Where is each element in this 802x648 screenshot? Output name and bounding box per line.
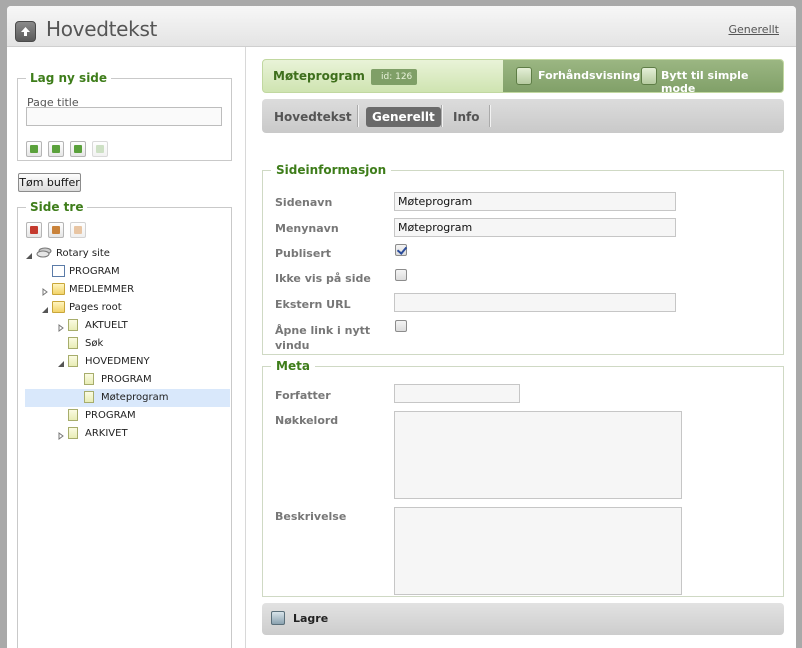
switch-mode-icon[interactable] — [641, 67, 657, 85]
tree-node-label: Rotary site — [56, 248, 110, 259]
list-icon — [52, 265, 65, 277]
tree-node-label: AKTUELT — [85, 320, 128, 331]
menynavn-input[interactable]: Møteprogram — [394, 218, 676, 237]
page-header-bar: Møteprogram id: 126 Forhåndsvisning Bytt… — [262, 59, 784, 93]
page-icon — [84, 373, 94, 385]
sidenavn-label: Sidenavn — [275, 196, 333, 209]
tree-node-label: PROGRAM — [85, 410, 136, 421]
ekstern-url-label: Ekstern URL — [275, 298, 351, 311]
publisert-checkbox[interactable] — [395, 244, 407, 256]
ekstern-url-input[interactable] — [394, 293, 676, 312]
site-icon — [36, 247, 52, 258]
tree-node[interactable]: HOVEDMENY — [25, 353, 230, 371]
save-button[interactable]: Lagre — [293, 612, 328, 625]
floppy-disk-icon — [271, 611, 285, 625]
meta-legend: Meta — [276, 359, 310, 373]
left-sidebar: Lag ny side Page title Tøm buffer Side t… — [7, 47, 246, 648]
page-id-badge: id: 126 — [371, 69, 418, 85]
page-icon — [68, 409, 78, 421]
tree-node-label: Søk — [85, 338, 104, 349]
insert-disabled-icon — [92, 141, 108, 157]
main-content: Møteprogram id: 126 Forhåndsvisning Bytt… — [246, 47, 796, 648]
insert-above-icon[interactable] — [48, 141, 64, 157]
apne-link-label: Åpne link i nytt vindu — [275, 324, 371, 352]
tree-node-label: Møteprogram — [101, 392, 169, 403]
forfatter-input[interactable] — [394, 384, 520, 403]
nokkelord-label: Nøkkelord — [275, 414, 339, 427]
tree-toolbar — [26, 222, 86, 238]
tree-node[interactable]: AKTUELT — [25, 317, 230, 335]
current-page-name: Møteprogram — [273, 69, 365, 83]
cms-window: Hovedtekst Generellt Lag ny side Page ti… — [7, 6, 796, 648]
beskrivelse-label: Beskrivelse — [275, 510, 347, 523]
simple-mode-button[interactable]: Bytt til simple mode — [661, 69, 783, 92]
tree-node[interactable]: Møteprogram — [25, 389, 230, 407]
tree-node-label: PROGRAM — [101, 374, 152, 385]
page-info-legend: Sideinformasjon — [276, 163, 387, 177]
tree-node[interactable]: PROGRAM — [25, 263, 230, 281]
folder-icon — [52, 283, 65, 295]
page-icon — [68, 337, 78, 349]
sidenavn-input[interactable]: Møteprogram — [394, 192, 676, 211]
page-title: Hovedtekst — [46, 17, 158, 41]
paste-icon[interactable] — [70, 222, 86, 238]
insert-below-icon[interactable] — [70, 141, 86, 157]
nokkelord-textarea[interactable] — [394, 411, 682, 499]
add-page-icon[interactable] — [26, 141, 42, 157]
publisert-label: Publisert — [275, 247, 331, 260]
copy-icon[interactable] — [48, 222, 64, 238]
generellt-link[interactable]: Generellt — [728, 23, 779, 36]
forfatter-label: Forfatter — [275, 389, 331, 402]
tree-node[interactable]: PROGRAM — [25, 407, 230, 425]
tree-node[interactable]: PROGRAM — [25, 371, 230, 389]
tab-divider — [357, 105, 359, 127]
tab-generellt[interactable]: Generellt — [366, 107, 441, 127]
tree-node-label: MEDLEMMER — [69, 284, 135, 295]
delete-icon[interactable] — [26, 222, 42, 238]
page-icon — [68, 427, 78, 439]
tab-bar: Hovedtekst Generellt Info — [262, 99, 784, 133]
save-bar[interactable]: Lagre — [262, 603, 784, 635]
top-bar: Hovedtekst Generellt — [7, 6, 796, 47]
page-icon — [68, 355, 78, 367]
tree-node[interactable]: Rotary site — [25, 245, 230, 263]
tab-hovedtekst[interactable]: Hovedtekst — [268, 107, 358, 127]
folder-icon — [52, 301, 65, 313]
tree-node-label: HOVEDMENY — [85, 356, 150, 367]
apne-link-checkbox[interactable] — [395, 320, 407, 332]
page-title-input[interactable] — [26, 107, 222, 126]
page-tree: Rotary site PROGRAM MEDLEMMER Pages root AKT… — [25, 245, 230, 443]
clear-buffer-button[interactable]: Tøm buffer — [18, 173, 81, 192]
new-page-legend: Lag ny side — [30, 71, 108, 85]
new-page-toolbar — [26, 141, 108, 157]
collapsed-triangle-icon[interactable] — [57, 429, 65, 447]
page-icon — [84, 391, 94, 403]
ikke-vis-checkbox[interactable] — [395, 269, 407, 281]
tree-node-label: Pages root — [69, 302, 122, 313]
tab-divider — [441, 105, 443, 127]
tree-node[interactable]: ARKIVET — [25, 425, 230, 443]
preview-button[interactable]: Forhåndsvisning — [538, 69, 640, 82]
tab-info[interactable]: Info — [447, 107, 485, 127]
menynavn-label: Menynavn — [275, 222, 339, 235]
tree-node-label: PROGRAM — [69, 266, 120, 277]
ikke-vis-label: Ikke vis på side — [275, 272, 371, 285]
up-arrow-icon[interactable] — [15, 21, 36, 42]
page-icon — [68, 319, 78, 331]
page-tree-legend: Side tre — [30, 200, 84, 214]
tab-divider — [489, 105, 491, 127]
tree-node-label: ARKIVET — [85, 428, 128, 439]
tree-node[interactable]: MEDLEMMER — [25, 281, 230, 299]
magnifier-icon[interactable] — [516, 67, 532, 85]
beskrivelse-textarea[interactable] — [394, 507, 682, 595]
tree-node[interactable]: Pages root — [25, 299, 230, 317]
tree-node[interactable]: Søk — [25, 335, 230, 353]
